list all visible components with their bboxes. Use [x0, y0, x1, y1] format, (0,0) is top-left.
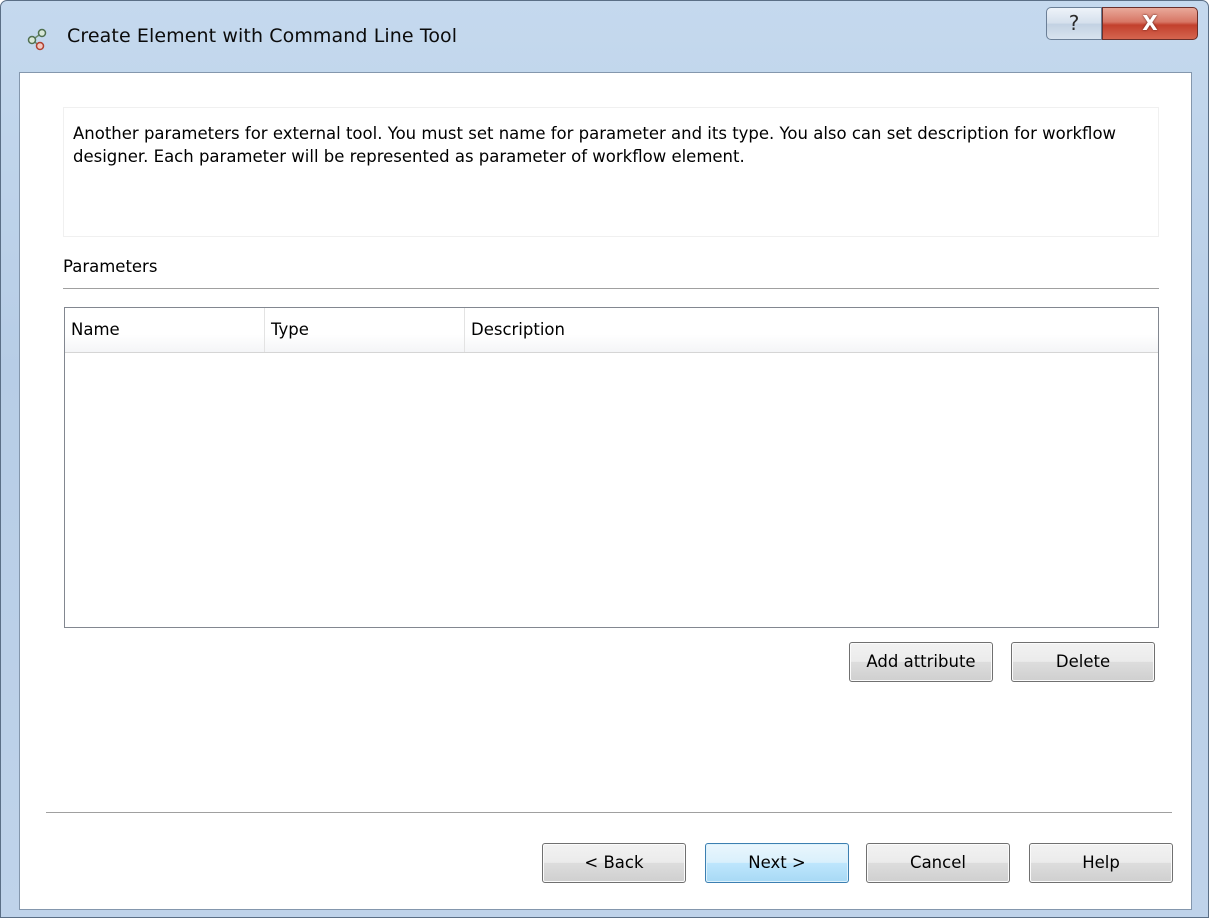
back-button[interactable]: < Back	[542, 843, 686, 883]
column-header-type[interactable]: Type	[265, 308, 465, 352]
column-header-description[interactable]: Description	[465, 308, 1157, 352]
column-header-name[interactable]: Name	[65, 308, 265, 352]
cancel-button[interactable]: Cancel	[866, 843, 1010, 883]
parameters-section-label: Parameters	[63, 257, 158, 276]
footer-divider	[46, 812, 1172, 813]
window-title: Create Element with Command Line Tool	[67, 25, 458, 47]
add-attribute-button[interactable]: Add attribute	[849, 642, 993, 682]
wizard-page: Another parameters for external tool. Yo…	[19, 72, 1192, 910]
delete-button[interactable]: Delete	[1011, 642, 1155, 682]
title-bar[interactable]: Create Element with Command Line Tool ? …	[1, 1, 1208, 73]
workflow-element-icon	[23, 25, 51, 53]
context-help-button[interactable]: ?	[1046, 7, 1102, 40]
table-header: Name Type Description	[65, 308, 1158, 353]
help-button[interactable]: Help	[1029, 843, 1173, 883]
dialog-window: Create Element with Command Line Tool ? …	[0, 0, 1209, 918]
section-divider	[63, 288, 1159, 289]
page-description: Another parameters for external tool. Yo…	[63, 107, 1159, 237]
next-button[interactable]: Next >	[705, 843, 849, 883]
parameters-table[interactable]: Name Type Description	[64, 307, 1159, 628]
close-button[interactable]: X	[1102, 7, 1198, 40]
